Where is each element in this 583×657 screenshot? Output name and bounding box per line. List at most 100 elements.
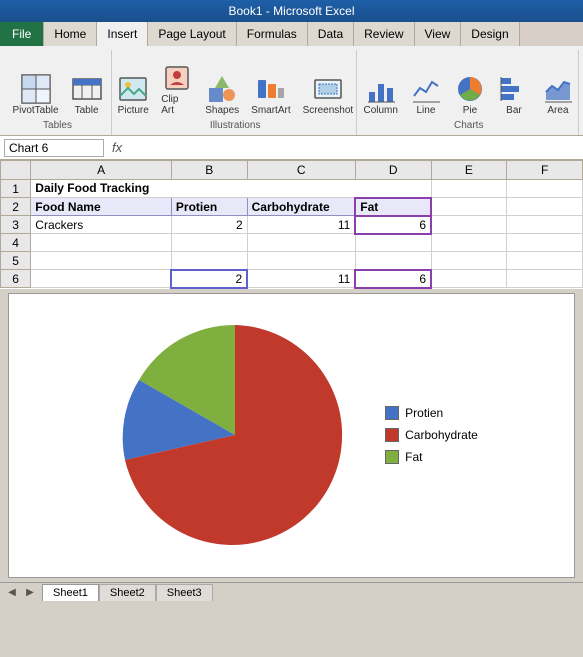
area-label: Area <box>547 105 568 116</box>
screenshot-button[interactable]: Screenshot <box>299 71 358 118</box>
row-header-2: 2 <box>1 198 31 216</box>
cell-a1[interactable]: Daily Food Tracking <box>31 180 431 198</box>
tab-file[interactable]: File <box>0 22 44 46</box>
smart-art-button[interactable]: SmartArt <box>247 71 294 118</box>
spreadsheet-table: A B C D E F 1 Daily Food Tracking 2 Food… <box>0 160 583 289</box>
tables-group-label: Tables <box>43 118 72 131</box>
cell-f2[interactable] <box>507 198 583 216</box>
table-row: 3 Crackers 2 11 6 <box>1 216 583 234</box>
area-chart-button[interactable]: Area <box>538 71 578 118</box>
cell-d4[interactable] <box>355 234 431 252</box>
cell-f1[interactable] <box>507 180 583 198</box>
ribbon-content: PivotTable Table Tables <box>0 46 583 136</box>
col-header-c[interactable]: C <box>247 161 355 180</box>
picture-button[interactable]: Picture <box>113 71 153 118</box>
tables-buttons: PivotTable Table <box>8 50 106 118</box>
column-headers: A B C D E F <box>1 161 583 180</box>
cell-f6[interactable] <box>507 270 583 288</box>
cell-f4[interactable] <box>507 234 583 252</box>
cell-e6[interactable] <box>431 270 507 288</box>
sheet-tab-1[interactable]: Sheet1 <box>42 584 99 601</box>
cell-c3[interactable]: 11 <box>247 216 355 234</box>
cell-a4[interactable] <box>31 234 172 252</box>
cell-c5[interactable] <box>247 252 355 270</box>
screenshot-icon <box>312 73 344 105</box>
pivot-table-button[interactable]: PivotTable <box>8 71 62 118</box>
table-label: Table <box>75 105 99 116</box>
title-bar: Book1 - Microsoft Excel <box>0 0 583 22</box>
column-chart-button[interactable]: Column <box>359 71 401 118</box>
tab-view[interactable]: View <box>415 22 462 46</box>
cell-e2[interactable] <box>431 198 507 216</box>
cell-a3[interactable]: Crackers <box>31 216 172 234</box>
sheet-tabs: ◀ ▶ Sheet1 Sheet2 Sheet3 <box>0 582 583 602</box>
cell-c4[interactable] <box>247 234 355 252</box>
tab-home[interactable]: Home <box>44 22 97 46</box>
shapes-icon <box>206 73 238 105</box>
chart-container[interactable]: Protien Carbohydrate Fat <box>8 293 575 578</box>
legend-color-fat <box>385 450 399 464</box>
table-button[interactable]: Table <box>67 71 107 118</box>
pie-chart-button[interactable]: Pie <box>450 71 490 118</box>
legend-item-fat: Fat <box>385 450 478 464</box>
cell-b5[interactable] <box>171 252 247 270</box>
cell-f5[interactable] <box>507 252 583 270</box>
col-header-e[interactable]: E <box>431 161 507 180</box>
charts-group-label: Charts <box>454 118 483 131</box>
cell-b4[interactable] <box>171 234 247 252</box>
tab-review[interactable]: Review <box>354 22 414 46</box>
cell-a5[interactable] <box>31 252 172 270</box>
clip-art-button[interactable]: Clip Art <box>157 60 197 118</box>
cell-f3[interactable] <box>507 216 583 234</box>
legend-item-carbohydrate: Carbohydrate <box>385 428 478 442</box>
tab-design[interactable]: Design <box>461 22 519 46</box>
sheet-nav-left[interactable]: ◀ <box>4 584 20 600</box>
ribbon-group-illustrations: Picture Clip Art <box>114 50 357 135</box>
col-header-b[interactable]: B <box>171 161 247 180</box>
illustrations-buttons: Picture Clip Art <box>113 50 357 118</box>
col-header-f[interactable]: F <box>507 161 583 180</box>
fx-label: fx <box>108 140 126 155</box>
cell-b3[interactable]: 2 <box>171 216 247 234</box>
sheet-tab-2[interactable]: Sheet2 <box>99 584 156 601</box>
cell-b6[interactable]: 2 <box>171 270 247 288</box>
cell-d3[interactable]: 6 <box>355 216 431 234</box>
sheet-tab-3[interactable]: Sheet3 <box>156 584 213 601</box>
cell-b2[interactable]: Protien <box>171 198 247 216</box>
cell-d2[interactable]: Fat <box>355 198 431 216</box>
tab-insert[interactable]: Insert <box>97 22 148 46</box>
cell-d5[interactable] <box>355 252 431 270</box>
shapes-label: Shapes <box>205 105 239 116</box>
row-header-4: 4 <box>1 234 31 252</box>
cell-c6[interactable]: 11 <box>247 270 355 288</box>
cell-c2[interactable]: Carbohydrate <box>247 198 355 216</box>
cell-e5[interactable] <box>431 252 507 270</box>
shapes-button[interactable]: Shapes <box>201 71 243 118</box>
name-box[interactable] <box>4 139 104 157</box>
cell-e3[interactable] <box>431 216 507 234</box>
row-header-6: 6 <box>1 270 31 288</box>
cell-a2[interactable]: Food Name <box>31 198 172 216</box>
bar-chart-button[interactable]: Bar <box>494 71 534 118</box>
tab-formulas[interactable]: Formulas <box>237 22 308 46</box>
line-chart-button[interactable]: Line <box>406 71 446 118</box>
cell-e1[interactable] <box>431 180 507 198</box>
screenshot-label: Screenshot <box>303 105 354 116</box>
row-header-3: 3 <box>1 216 31 234</box>
col-header-d[interactable]: D <box>355 161 431 180</box>
cell-a6[interactable] <box>31 270 172 288</box>
cell-d6[interactable]: 6 <box>355 270 431 288</box>
col-header-a[interactable]: A <box>31 161 172 180</box>
sheet-nav-right[interactable]: ▶ <box>22 584 38 600</box>
formula-input[interactable] <box>130 141 579 155</box>
tab-page-layout[interactable]: Page Layout <box>148 22 236 46</box>
illustrations-group-label: Illustrations <box>210 118 261 131</box>
legend-item-protien: Protien <box>385 406 478 420</box>
clip-art-label: Clip Art <box>161 94 193 116</box>
cell-e4[interactable] <box>431 234 507 252</box>
pie-icon <box>454 73 486 105</box>
tab-data[interactable]: Data <box>308 22 354 46</box>
smart-art-label: SmartArt <box>251 105 290 116</box>
clip-art-icon <box>161 62 193 94</box>
column-label: Column <box>363 105 397 116</box>
